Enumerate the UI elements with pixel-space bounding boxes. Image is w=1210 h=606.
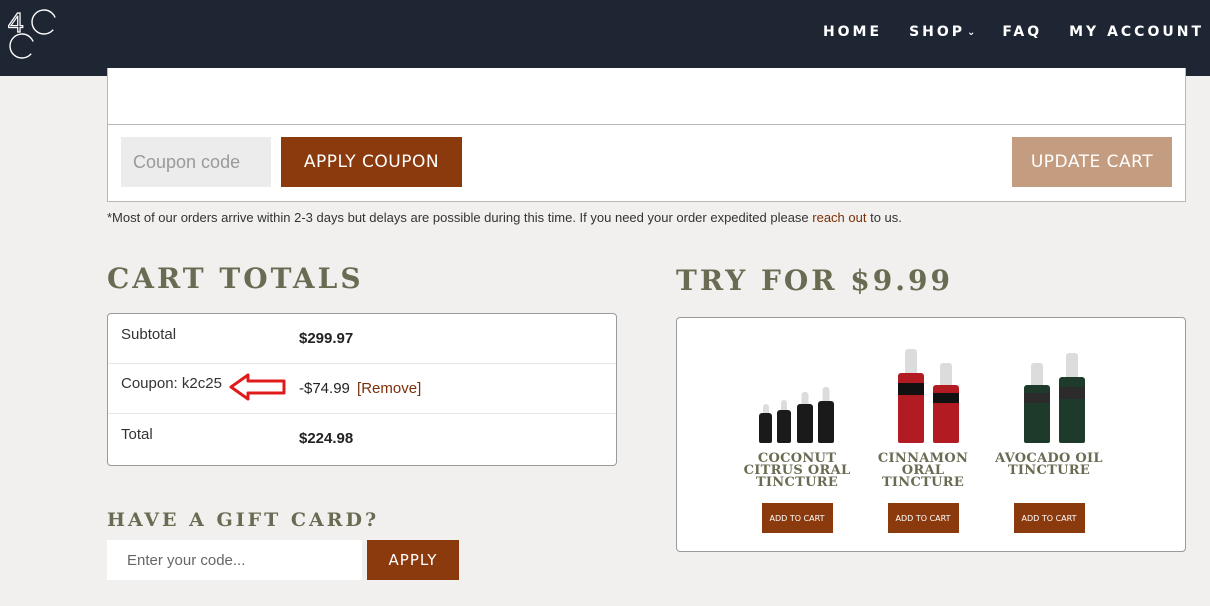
try-products-panel: COCONUT CITRUS ORAL TINCTURE ADD TO CART… xyxy=(676,317,1186,552)
apply-coupon-button[interactable]: APPLY COUPON xyxy=(281,137,462,187)
product-name[interactable]: CINNAMON ORAL TINCTURE xyxy=(863,452,983,503)
product-card: COCONUT CITRUS ORAL TINCTURE ADD TO CART xyxy=(737,338,857,533)
chevron-down-icon: ⌄ xyxy=(967,26,976,38)
notice-text: *Most of our orders arrive within 2-3 da… xyxy=(107,210,813,225)
notice-text-end: to us. xyxy=(866,210,902,225)
gift-card-apply-button[interactable]: APPLY xyxy=(367,540,459,580)
main-nav: HOME SHOP ⌄ FAQ MY ACCOUNT xyxy=(796,24,1204,40)
gift-card-input[interactable] xyxy=(107,540,362,580)
product-name[interactable]: AVOCADO OIL TINCTURE xyxy=(989,452,1109,503)
discount-value: -$74.99 xyxy=(299,380,350,397)
nav-shop[interactable]: SHOP ⌄ xyxy=(909,24,975,40)
add-to-cart-button[interactable]: ADD TO CART xyxy=(761,503,833,533)
total-row: Total $224.98 xyxy=(108,414,616,464)
try-for-heading: TRY FOR $9.99 xyxy=(676,264,953,297)
coupon-label: Coupon: k2c25 xyxy=(121,375,222,392)
product-image[interactable] xyxy=(737,338,857,443)
product-card: CINNAMON ORAL TINCTURE ADD TO CART xyxy=(863,338,983,533)
product-card: AVOCADO OIL TINCTURE ADD TO CART xyxy=(989,338,1109,533)
reach-out-link[interactable]: reach out xyxy=(812,210,866,225)
coupon-row: Coupon: k2c25 -$74.99 [Remove] xyxy=(108,364,616,414)
nav-shop-label: SHOP xyxy=(909,24,966,40)
cart-totals-heading: CART TOTALS xyxy=(107,262,364,295)
brand-logo[interactable]: 4 xyxy=(8,8,62,62)
shipping-notice: *Most of our orders arrive within 2-3 da… xyxy=(107,210,902,225)
nav-faq[interactable]: FAQ xyxy=(1002,24,1042,40)
total-value: $224.98 xyxy=(299,430,354,447)
coupon-code-input[interactable] xyxy=(121,137,271,187)
annotation-arrow-icon xyxy=(229,373,286,401)
product-image[interactable] xyxy=(989,338,1109,443)
coupon-discount: -$74.99 [Remove] xyxy=(299,380,421,397)
gift-card-heading: HAVE A GIFT CARD? xyxy=(107,509,380,531)
product-image[interactable] xyxy=(863,338,983,443)
remove-coupon-link[interactable]: [Remove] xyxy=(357,380,421,397)
site-header: 4 HOME SHOP ⌄ FAQ MY ACCOUNT xyxy=(0,0,1210,76)
cart-actions-panel: APPLY COUPON UPDATE CART xyxy=(107,68,1186,202)
product-name[interactable]: COCONUT CITRUS ORAL TINCTURE xyxy=(737,452,857,503)
nav-home[interactable]: HOME xyxy=(823,24,882,40)
subtotal-label: Subtotal xyxy=(121,326,177,343)
subtotal-value: $299.97 xyxy=(299,330,354,347)
subtotal-row: Subtotal $299.97 xyxy=(108,314,616,364)
add-to-cart-button[interactable]: ADD TO CART xyxy=(1013,503,1085,533)
add-to-cart-button[interactable]: ADD TO CART xyxy=(887,503,959,533)
cart-totals-table: Subtotal $299.97 Coupon: k2c25 -$74.99 [… xyxy=(107,313,617,466)
update-cart-button[interactable]: UPDATE CART xyxy=(1012,137,1172,187)
total-label: Total xyxy=(121,426,153,443)
divider xyxy=(108,124,1185,125)
nav-my-account[interactable]: MY ACCOUNT xyxy=(1069,24,1204,40)
